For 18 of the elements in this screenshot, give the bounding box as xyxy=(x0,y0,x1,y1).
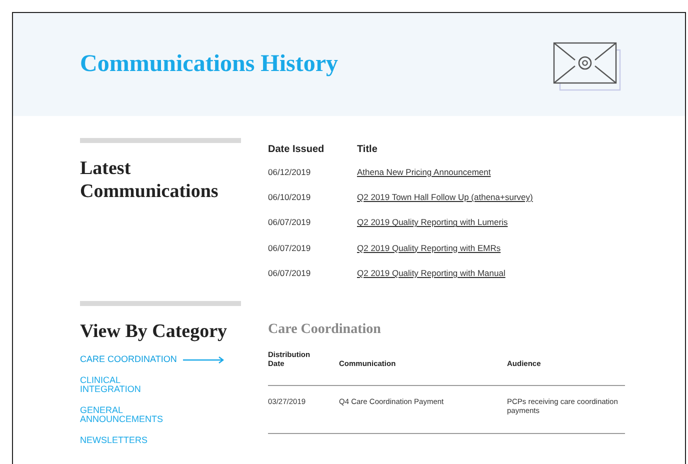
section-heading: View By Category xyxy=(80,320,228,343)
date-cell-text: 06/07/2019 xyxy=(268,242,312,253)
date-cell-text: 06/07/2019 xyxy=(268,217,312,228)
arrow-icon xyxy=(182,356,225,364)
date-cell-text: 06/12/2019 xyxy=(268,166,312,177)
date-cell-text: 06/07/2019 xyxy=(268,268,312,278)
column-header: Date Issued xyxy=(268,144,326,154)
envelope-icon xyxy=(553,42,623,92)
page-title: Communications History xyxy=(80,51,338,78)
date-cell-text: 06/10/2019 xyxy=(268,192,312,202)
communication-link[interactable]: Q2 2019 Quality Reporting with EMRs xyxy=(357,242,501,253)
section-heading: Latest Communications xyxy=(80,157,220,203)
column-header: Title xyxy=(357,144,378,154)
communication-link[interactable]: Q2 2019 Town Hall Follow Up (athena+survey) xyxy=(357,192,533,202)
communication-link[interactable]: Q2 2019 Quality Reporting with Manual xyxy=(357,268,506,278)
communication-link[interactable]: Athena New Pricing Announcement xyxy=(357,166,491,177)
communication-link[interactable]: Q2 2019 Quality Reporting with Lumeris xyxy=(357,217,508,228)
category-title: Care Coordination xyxy=(268,322,382,338)
